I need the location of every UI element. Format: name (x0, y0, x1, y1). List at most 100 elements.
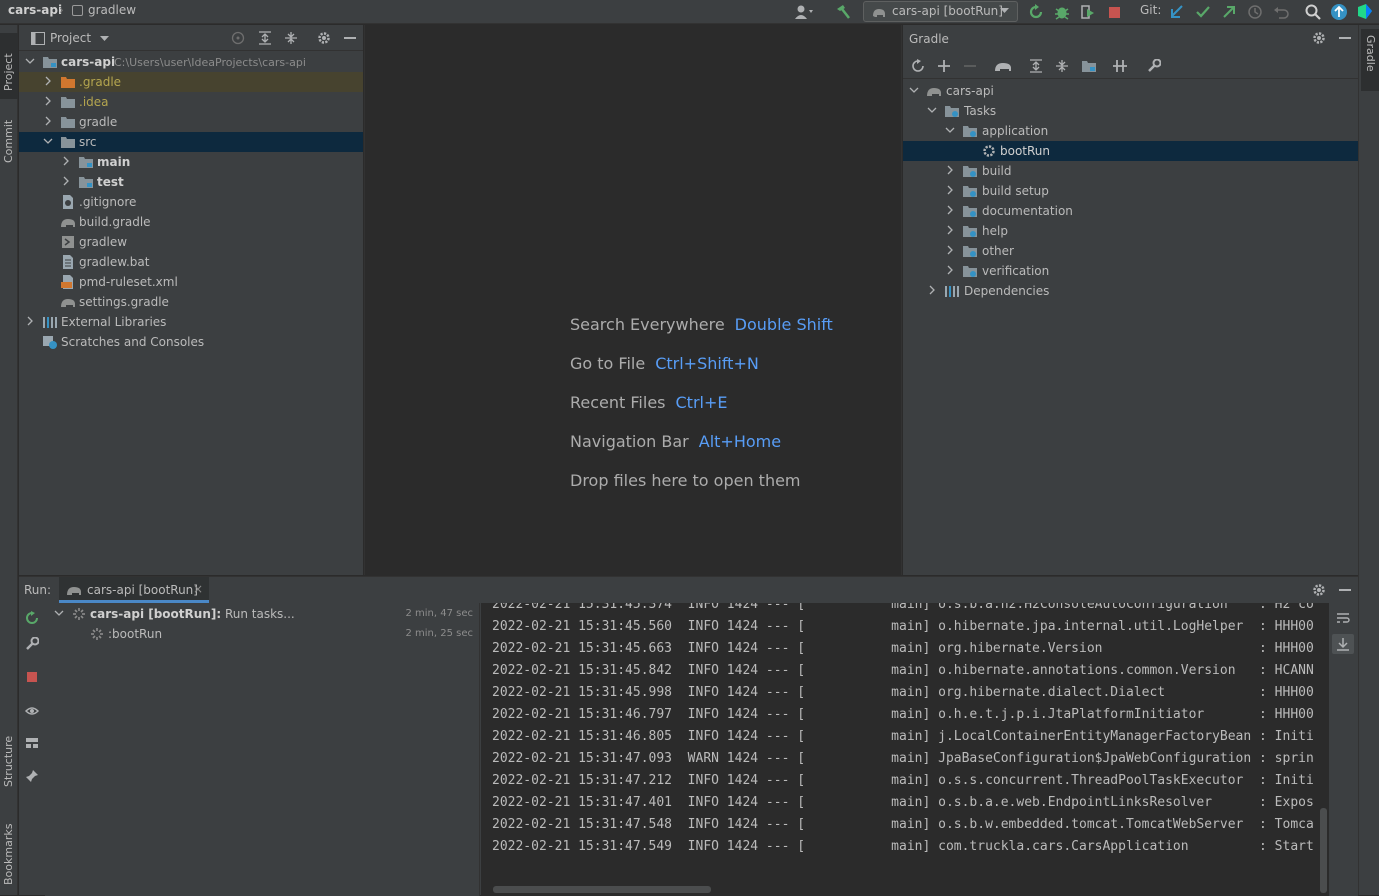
gradle-item-project[interactable]: cars-api (903, 81, 1358, 101)
chevron-right-icon[interactable] (945, 225, 955, 235)
chevron-down-icon[interactable] (25, 56, 35, 66)
vertical-scrollbar[interactable] (1320, 808, 1327, 893)
tree-item-src[interactable]: src (19, 132, 363, 152)
collapse-all-icon[interactable] (284, 31, 298, 45)
tree-item-root[interactable]: cars-api C:\Users\user\IdeaProjects\cars… (19, 52, 363, 72)
minimize-icon[interactable] (1339, 37, 1351, 39)
chevron-right-icon[interactable] (945, 265, 955, 275)
tree-item-pmd-ruleset[interactable]: pmd-ruleset.xml (19, 272, 363, 292)
tree-item-idea[interactable]: .idea (19, 92, 363, 112)
tree-item-build-gradle[interactable]: build.gradle (19, 212, 363, 232)
layout-icon[interactable] (25, 736, 39, 750)
tree-item-test[interactable]: test (19, 172, 363, 192)
soft-wrap-icon[interactable] (1336, 611, 1350, 625)
chevron-right-icon[interactable] (945, 205, 955, 215)
reload-icon[interactable] (911, 59, 925, 73)
gradle-item-other[interactable]: other (903, 241, 1358, 261)
chevron-right-icon[interactable] (945, 185, 955, 195)
chevron-down-icon[interactable] (927, 105, 937, 115)
tab-commit[interactable]: Commit (0, 105, 18, 167)
gear-icon[interactable] (1312, 583, 1326, 597)
chevron-right-icon[interactable] (43, 116, 53, 126)
remove-icon[interactable] (963, 59, 977, 73)
toggle-offline-icon[interactable] (1112, 59, 1128, 73)
rerun-icon[interactable] (1027, 3, 1045, 21)
breadcrumb-file[interactable]: gradlew (88, 3, 136, 17)
minimize-icon[interactable] (1339, 589, 1351, 591)
tree-item-settings-gradle[interactable]: settings.gradle (19, 292, 363, 312)
user-icon[interactable] (794, 3, 813, 21)
close-icon[interactable]: × (193, 582, 203, 596)
console-output[interactable]: 2022-02-21 15:31:45.374 INFO 1424 --- [ … (481, 603, 1329, 896)
run-tree-item-root[interactable]: cars-api [bootRun]: Run tasks... 2 min, … (45, 604, 479, 624)
group-modules-icon[interactable] (1081, 59, 1097, 73)
tab-bookmarks[interactable]: Bookmarks (0, 805, 18, 885)
scroll-to-end-button[interactable] (1332, 634, 1354, 654)
expand-all-icon[interactable] (1029, 59, 1043, 73)
eye-icon[interactable] (25, 704, 39, 718)
run-with-coverage-icon[interactable] (1079, 3, 1097, 21)
pin-icon[interactable] (25, 769, 39, 783)
chevron-down-icon[interactable] (909, 85, 919, 95)
gradle-item-help[interactable]: help (903, 221, 1358, 241)
add-icon[interactable] (937, 59, 951, 73)
tab-project[interactable]: Project (0, 33, 18, 99)
breadcrumb-project[interactable]: cars-api (8, 3, 62, 17)
build-hammer-icon[interactable] (834, 3, 852, 21)
tab-gradle[interactable]: Gradle (1361, 29, 1379, 91)
tree-item-gitignore[interactable]: .gitignore (19, 192, 363, 212)
editor-empty-area[interactable]: Search Everywhere Double Shift Go to File… (364, 25, 902, 575)
wrench-icon[interactable] (25, 637, 39, 651)
git-commit-check-icon[interactable] (1194, 3, 1212, 21)
git-push-arrow-icon[interactable] (1220, 3, 1238, 21)
tree-item-gradlew[interactable]: gradlew (19, 232, 363, 252)
git-update-arrow-icon[interactable] (1168, 3, 1186, 21)
chevron-down-icon[interactable] (43, 136, 53, 146)
chevron-down-icon[interactable] (945, 125, 955, 135)
gradle-item-tasks[interactable]: Tasks (903, 101, 1358, 121)
gradle-item-build-setup[interactable]: build setup (903, 181, 1358, 201)
chevron-right-icon[interactable] (945, 245, 955, 255)
stop-icon[interactable] (25, 670, 39, 684)
chevron-right-icon[interactable] (43, 76, 53, 86)
expand-all-icon[interactable] (258, 31, 272, 45)
locate-target-icon[interactable] (231, 31, 245, 45)
tree-item-main[interactable]: main (19, 152, 363, 172)
project-panel-title[interactable]: Project (50, 31, 91, 45)
gradle-item-dependencies[interactable]: Dependencies (903, 281, 1358, 301)
execute-task-icon[interactable] (994, 59, 1012, 73)
debug-bug-icon[interactable] (1053, 3, 1071, 21)
gradle-item-build[interactable]: build (903, 161, 1358, 181)
tree-item-gradlew-bat[interactable]: gradlew.bat (19, 252, 363, 272)
gradle-item-documentation[interactable]: documentation (903, 201, 1358, 221)
rollback-icon[interactable] (1272, 3, 1290, 21)
chevron-right-icon[interactable] (43, 96, 53, 106)
rerun-icon[interactable] (25, 611, 39, 625)
run-tab[interactable]: cars-api [bootRun] × (59, 577, 209, 603)
chevron-down-icon[interactable] (100, 36, 109, 42)
search-icon[interactable] (1304, 3, 1322, 21)
chevron-right-icon[interactable] (945, 165, 955, 175)
chevron-right-icon[interactable] (61, 176, 71, 186)
tree-item-scratches[interactable]: Scratches and Consoles (19, 332, 363, 352)
gear-icon[interactable] (1312, 31, 1326, 45)
ide-update-icon[interactable] (1330, 3, 1348, 21)
minimize-icon[interactable] (344, 37, 356, 39)
horizontal-scrollbar[interactable] (493, 886, 711, 893)
gradle-item-verification[interactable]: verification (903, 261, 1358, 281)
run-configuration-select[interactable]: cars-api [bootRun] (863, 1, 1018, 22)
tree-item-external-libraries[interactable]: External Libraries (19, 312, 363, 332)
tab-structure[interactable]: Structure (0, 725, 18, 787)
gradle-item-bootrun[interactable]: bootRun (903, 141, 1358, 161)
gradle-item-application[interactable]: application (903, 121, 1358, 141)
collapse-all-icon[interactable] (1055, 59, 1069, 73)
run-tree-item-bootrun[interactable]: :bootRun 2 min, 25 sec (45, 624, 479, 644)
chevron-right-icon[interactable] (25, 316, 35, 326)
chevron-right-icon[interactable] (927, 285, 937, 295)
wrench-icon[interactable] (1147, 59, 1161, 73)
history-clock-icon[interactable] (1246, 3, 1264, 21)
tree-item-gradle-cache[interactable]: .gradle (19, 72, 363, 92)
gear-icon[interactable] (317, 31, 331, 45)
stop-icon[interactable] (1106, 3, 1124, 21)
chevron-down-icon[interactable] (54, 608, 64, 618)
